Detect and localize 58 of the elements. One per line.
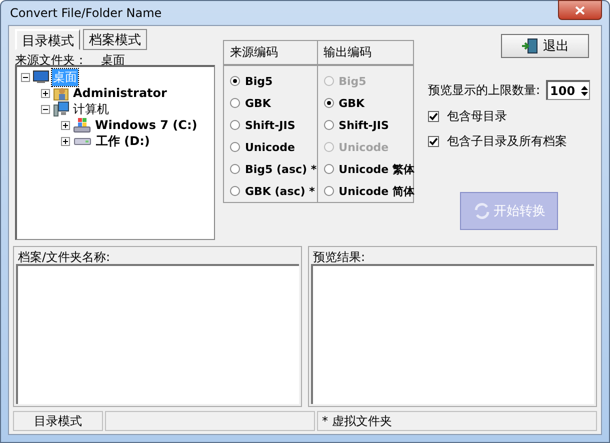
tab[interactable]: 档案模式 [83, 29, 147, 50]
list-box[interactable] [16, 264, 299, 404]
expander-icon[interactable] [41, 104, 50, 114]
status-note: * 虚拟文件夹 [317, 411, 597, 431]
drive-icon [74, 138, 91, 144]
checkbox-label: 包含母目录 [447, 108, 507, 125]
radio-button[interactable] [230, 98, 240, 108]
expander-icon[interactable] [21, 72, 30, 82]
window-title: Convert File/Folder Name [9, 6, 162, 20]
column-header: 输出编码 [318, 41, 414, 66]
radio-option[interactable]: Unicode 繁体 [324, 158, 414, 180]
panel-title: 档案/文件夹名称: [17, 249, 112, 264]
radio-button[interactable] [324, 164, 334, 174]
radio-button[interactable] [230, 186, 240, 196]
radio-option[interactable]: Shift-JIS [324, 114, 414, 136]
checkbox-label: 包含子目录及所有档案 [447, 133, 567, 150]
drive-icon [73, 117, 91, 133]
radio-button[interactable] [324, 120, 334, 130]
tab[interactable]: 目录模式 [15, 29, 80, 50]
radio-option[interactable]: Big5 [230, 70, 317, 92]
radio-option[interactable]: GBK [230, 92, 317, 114]
checkbox[interactable] [428, 111, 439, 122]
tree-item[interactable]: Administrator [72, 86, 168, 100]
expander-icon[interactable] [61, 120, 70, 130]
panel-title: 预览结果: [312, 249, 366, 264]
radio-button[interactable] [324, 186, 334, 196]
radio-button[interactable] [230, 76, 240, 86]
refresh-icon [472, 202, 490, 220]
expander-icon[interactable] [61, 136, 70, 146]
status-mode: 目录模式 [13, 411, 103, 431]
preview-limit-label: 预览显示的上限数量: [428, 82, 540, 98]
source-folder-label: 来源文件夹： [15, 55, 87, 65]
radio-option[interactable]: Shift-JIS [230, 114, 317, 136]
spin-arrows-icon[interactable] [580, 84, 590, 98]
close-button[interactable] [558, 0, 602, 20]
column-header: 来源编码 [224, 41, 318, 66]
radio-button[interactable] [324, 98, 334, 108]
radio-option[interactable]: Unicode [230, 136, 317, 158]
computer-icon [53, 101, 69, 117]
tree-item[interactable]: 工作 (D:) [95, 132, 151, 150]
list-box[interactable] [311, 264, 594, 404]
radio-option[interactable]: Big5 (asc) * [230, 158, 317, 180]
monitor-icon [33, 70, 49, 84]
door-icon [521, 38, 539, 54]
close-icon [575, 6, 585, 14]
source-folder-value: 桌面 [101, 55, 125, 65]
radio-option[interactable]: Unicode 简体 [324, 180, 414, 202]
expander-icon[interactable] [41, 88, 50, 98]
radio-option[interactable]: GBK [324, 92, 414, 114]
tree-item[interactable]: 计算机 [72, 100, 110, 118]
checkbox[interactable] [428, 136, 439, 147]
radio-option[interactable]: GBK (asc) * [230, 180, 317, 202]
radio-button[interactable] [230, 142, 240, 152]
radio-button[interactable] [230, 120, 240, 130]
exit-button[interactable]: 退出 [501, 34, 589, 58]
tree-item[interactable]: Windows 7 (C:) [94, 118, 198, 132]
user-folder-icon [53, 85, 69, 101]
radio-button[interactable] [230, 164, 240, 174]
